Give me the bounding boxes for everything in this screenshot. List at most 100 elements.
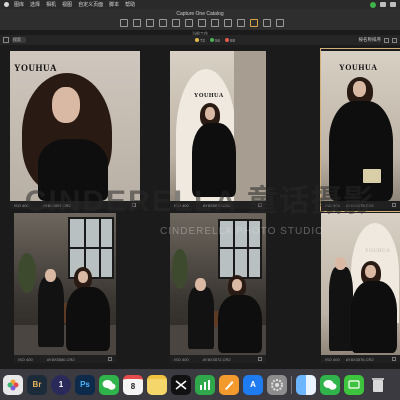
thumbnail-3[interactable]: YOUHUA ISO 400 AY8X5079.CR2 — [320, 48, 400, 212]
menu-custom[interactable]: 自定义页面 — [78, 1, 103, 8]
color-tag-counts: 72 56 88 — [195, 38, 235, 43]
photo-2[interactable]: YOUHUA — [170, 51, 266, 201]
select-checkbox[interactable] — [258, 203, 262, 207]
trash-app-icon[interactable] — [368, 375, 388, 395]
select-checkbox[interactable] — [258, 357, 262, 361]
studio-logo-text: YOUHUA — [365, 249, 391, 254]
window-frame — [70, 247, 112, 249]
heal-tool-icon[interactable] — [211, 19, 219, 27]
bridge-app-icon[interactable]: Br — [27, 374, 47, 395]
grid-view-icon[interactable] — [384, 37, 389, 43]
iqiyi-app-icon[interactable] — [344, 374, 364, 395]
select-checkbox[interactable] — [392, 357, 396, 361]
numbers-app-icon[interactable] — [195, 374, 215, 395]
thumbnail-6[interactable]: YOUHUA ISO 400 AY8X3576.CR2 — [321, 213, 400, 367]
photo-3[interactable]: YOUHUA — [321, 51, 400, 201]
settings-icon[interactable] — [392, 37, 397, 43]
annotate-tool-icon[interactable] — [250, 19, 258, 27]
window-frame — [233, 221, 235, 277]
wechat-app-icon[interactable] — [99, 374, 119, 395]
dock: Br 1 Ps 8 A — [0, 369, 400, 400]
battery-icon[interactable] — [390, 2, 396, 7]
notes-app-icon[interactable] — [147, 374, 167, 395]
picker-tool-icon[interactable] — [224, 19, 232, 27]
status-icons — [370, 1, 396, 8]
window-title: Capture One Catalog — [176, 11, 224, 17]
search-input[interactable]: 搜索 — [12, 37, 26, 43]
select-checkbox[interactable] — [108, 357, 112, 361]
capcut-glyph-icon — [175, 379, 187, 390]
photo-5[interactable] — [170, 213, 266, 355]
wechat-2-app-icon[interactable] — [320, 374, 340, 395]
thumbnail-5[interactable]: ISO 400 AY8X3572.CR2 — [170, 213, 266, 367]
dress — [38, 139, 108, 201]
gradient-tool-icon[interactable] — [198, 19, 206, 27]
menu-scripts[interactable]: 脚本 — [109, 1, 119, 8]
pages-app-icon[interactable] — [219, 374, 239, 395]
photo-4[interactable] — [14, 213, 116, 355]
bars-icon — [200, 379, 210, 390]
photo-1[interactable]: YOUHUA — [10, 51, 140, 201]
apple-icon[interactable] — [4, 2, 9, 7]
iso-label: ISO 400 — [14, 202, 29, 208]
face — [353, 81, 366, 97]
plant — [18, 253, 36, 293]
red-count[interactable]: 88 — [225, 38, 235, 43]
menu-view[interactable]: 视图 — [62, 1, 72, 8]
menu-help[interactable]: 帮助 — [125, 1, 135, 8]
thumbnail-meta: ISO 400 AY8X5007.CR2 — [10, 201, 140, 209]
yellow-count[interactable]: 72 — [195, 38, 205, 43]
studio-logo-text: YOUHUA — [194, 93, 224, 99]
face — [45, 269, 56, 282]
file-name: AY8X5580.CR2 — [46, 356, 75, 362]
brush-tool-icon[interactable] — [172, 19, 180, 27]
pen-icon — [225, 380, 234, 390]
thumbnail-meta: ISO 400 AY8X3572.CR2 — [170, 355, 266, 363]
dock-separator — [291, 375, 292, 394]
window-frame — [247, 221, 249, 277]
photos-app-icon[interactable] — [3, 374, 23, 395]
face — [195, 278, 206, 291]
capcut-app-icon[interactable] — [171, 374, 191, 395]
redo-icon[interactable] — [276, 19, 284, 27]
groom — [329, 267, 353, 351]
keystone-tool-icon[interactable] — [159, 19, 167, 27]
sort-control[interactable]: 按名称排序 — [359, 37, 397, 43]
text-tool-icon[interactable] — [237, 19, 245, 27]
undo-icon[interactable] — [263, 19, 271, 27]
photoshop-app-icon[interactable]: Ps — [75, 374, 95, 395]
system-settings-app-icon[interactable] — [267, 374, 287, 395]
wechat-bubble-icon — [102, 379, 116, 390]
studio-logo-text: YOUHUA — [339, 63, 378, 72]
rotate-tool-icon[interactable] — [146, 19, 154, 27]
thumbnail-1[interactable]: YOUHUA ISO 400 AY8X5007.CR2 — [10, 51, 140, 211]
thumbnail-grid: YOUHUA ISO 400 AY8X5007.CR2 YOUHUA ISO 4… — [0, 45, 400, 367]
green-count[interactable]: 56 — [210, 38, 220, 43]
select-checkbox[interactable] — [392, 203, 396, 207]
finder-app-icon[interactable] — [296, 374, 316, 395]
photo-6[interactable]: YOUHUA — [321, 213, 400, 355]
menu-camera[interactable]: 相机 — [46, 1, 56, 8]
red-tag-icon — [225, 38, 230, 42]
iso-label: ISO 400 — [18, 356, 33, 362]
crop-tool-icon[interactable] — [133, 19, 141, 27]
capture-one-app-icon[interactable]: 1 — [51, 374, 71, 395]
select-checkbox[interactable] — [132, 203, 136, 207]
menu-library[interactable]: 图库 — [14, 1, 24, 8]
wifi-icon[interactable] — [380, 2, 386, 7]
thumbnail-2[interactable]: YOUHUA ISO 400 AY8X5070.CR2 — [170, 51, 266, 211]
app-store-app-icon[interactable]: A — [243, 374, 263, 395]
face — [52, 87, 80, 123]
photos-flower-icon — [7, 379, 19, 390]
thumbnail-4[interactable]: ISO 400 AY8X5580.CR2 — [14, 213, 116, 367]
eraser-tool-icon[interactable] — [185, 19, 193, 27]
menu-select[interactable]: 选择 — [30, 1, 40, 8]
side-wall — [234, 51, 266, 201]
toolbar — [120, 19, 284, 27]
browser-view-icon[interactable] — [3, 37, 9, 43]
pan-tool-icon[interactable] — [120, 19, 128, 27]
face — [78, 271, 88, 283]
calendar-app-icon[interactable]: 8 — [123, 374, 143, 395]
face — [365, 265, 376, 278]
wechat-status-icon[interactable] — [370, 1, 376, 8]
